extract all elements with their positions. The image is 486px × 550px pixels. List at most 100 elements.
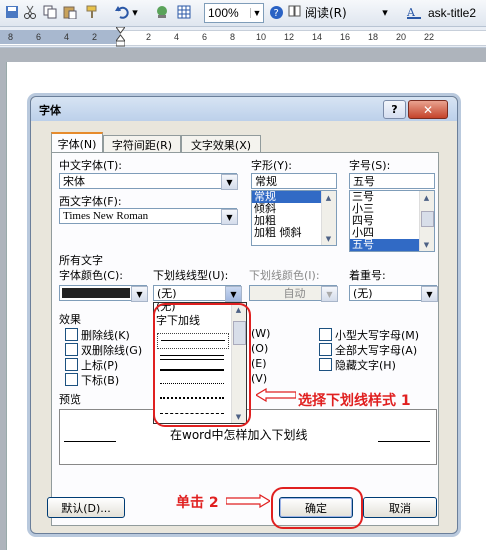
tab-font[interactable]: 字体(N) xyxy=(51,132,103,153)
underline-type-label: 下划线线型(U): xyxy=(153,269,229,282)
paste-icon[interactable] xyxy=(62,4,78,20)
table-icon[interactable] xyxy=(176,4,192,20)
right-arrow-icon xyxy=(225,493,272,509)
superscript-label: 上标(P) xyxy=(81,359,119,372)
help-circle-icon[interactable]: ? xyxy=(268,4,284,20)
outline-hint: (O) xyxy=(251,342,269,355)
small-caps-label: 小型大写字母(M) xyxy=(335,329,420,342)
help-button[interactable]: ? xyxy=(383,100,406,119)
copy-icon[interactable] xyxy=(42,4,58,20)
zoom-select[interactable]: 100% ▼ xyxy=(204,3,264,23)
ruler-margin xyxy=(0,30,120,44)
scrollbar[interactable]: ▲ ▼ xyxy=(321,191,336,245)
font-style-list[interactable]: 常规 倾斜 加粗 加粗 倾斜 ▲ ▼ xyxy=(251,190,337,246)
chevron-down-icon[interactable]: ▼ xyxy=(225,286,242,302)
dialog-titlebar[interactable]: 字体 ? ✕ xyxy=(31,97,457,121)
all-caps-checkbox[interactable] xyxy=(319,343,332,356)
font-style-input[interactable]: 常规 xyxy=(251,173,337,189)
double-strikethrough-checkbox[interactable] xyxy=(65,343,78,356)
underline-type-value: (无) xyxy=(157,287,177,300)
left-arrow-icon xyxy=(254,387,297,403)
font-size-label: 字号(S): xyxy=(349,159,391,172)
chevron-down-icon[interactable]: ▼ xyxy=(131,286,148,302)
hidden-checkbox[interactable] xyxy=(319,358,332,371)
cn-font-select[interactable]: 宋体 xyxy=(59,173,237,189)
ruler-number: 12 xyxy=(284,32,295,42)
hyperlink-icon[interactable] xyxy=(154,4,170,20)
svg-text:?: ? xyxy=(273,8,278,19)
format-painter-icon[interactable] xyxy=(84,4,100,20)
ruler-number: 8 xyxy=(230,32,236,42)
emphasis-label: 着重号: xyxy=(349,269,386,282)
scroll-up-icon[interactable]: ▲ xyxy=(322,191,335,204)
ruler-number: 22 xyxy=(424,32,435,42)
ruler-number: 6 xyxy=(36,32,42,42)
small-caps-checkbox[interactable] xyxy=(319,328,332,341)
standard-toolbar: ▾ 100% ▼ ? 阅读(R) ▾ A ask-title2 xyxy=(0,0,486,27)
default-button[interactable]: 默认(D)... xyxy=(47,497,125,518)
font-style-value: 常规 xyxy=(255,175,277,188)
emboss-hint: (E) xyxy=(251,357,267,370)
cancel-button[interactable]: 取消 xyxy=(363,497,437,518)
highlight-dropdown xyxy=(153,303,251,427)
toolbar-options-icon[interactable]: ▾ xyxy=(380,4,390,20)
ruler-number: 8 xyxy=(8,32,14,42)
effects-label: 效果 xyxy=(59,313,81,326)
west-font-value: Times New Roman xyxy=(63,210,149,222)
font-size-list[interactable]: 三号 小三 四号 小四 五号 ▲ ▼ xyxy=(349,190,435,252)
scrollbar[interactable]: ▲ ▼ xyxy=(419,191,434,251)
cn-font-label: 中文字体(T): xyxy=(59,159,123,172)
font-dialog: 字体 ? ✕ 字体(N) 字符间距(R) 文字效果(X) 中文字体(T): 宋体… xyxy=(30,96,458,534)
west-font-select[interactable]: Times New Roman xyxy=(59,208,237,224)
preview-text: 在word中怎样加入下划线 xyxy=(170,428,308,442)
strikethrough-checkbox[interactable] xyxy=(65,328,78,341)
font-color-icon[interactable]: A xyxy=(406,4,422,20)
annotation-click: 单击 2 xyxy=(176,495,219,511)
chevron-down-icon: ▼ xyxy=(250,8,263,18)
chevron-down-icon[interactable]: ▼ xyxy=(221,209,238,225)
annotation-select-style: 选择下划线样式 1 xyxy=(298,393,411,409)
scroll-thumb[interactable] xyxy=(421,211,434,227)
indent-marker-icon[interactable] xyxy=(115,26,126,47)
underline-color-label: 下划线颜色(I): xyxy=(249,269,320,282)
cn-font-value: 宋体 xyxy=(63,175,85,188)
engrave-hint: (V) xyxy=(251,372,268,385)
scroll-up-icon[interactable]: ▲ xyxy=(420,191,433,204)
font-style-label: 字形(Y): xyxy=(251,159,293,172)
scroll-down-icon[interactable]: ▼ xyxy=(322,232,335,245)
dialog-title: 字体 xyxy=(39,104,61,117)
book-icon xyxy=(288,5,302,20)
cut-icon[interactable] xyxy=(22,4,38,20)
ruler-number: 2 xyxy=(146,32,152,42)
ruler-number: 20 xyxy=(396,32,407,42)
emphasis-value: (无) xyxy=(353,287,373,300)
undo-dropdown-icon[interactable]: ▾ xyxy=(130,4,140,20)
underline-color-value: 自动 xyxy=(283,287,306,300)
hidden-label: 隐藏文字(H) xyxy=(335,359,396,372)
scroll-down-icon[interactable]: ▼ xyxy=(420,238,433,251)
preview-rule-left xyxy=(64,441,116,442)
subscript-checkbox[interactable] xyxy=(65,373,78,386)
close-icon: ✕ xyxy=(422,102,434,117)
undo-icon[interactable] xyxy=(114,4,130,20)
close-button[interactable]: ✕ xyxy=(408,100,448,119)
tab-text-effects[interactable]: 文字效果(X) xyxy=(181,135,261,153)
horizontal-ruler[interactable]: 8 6 4 2 2 4 6 8 10 12 14 16 18 20 22 xyxy=(0,26,486,48)
superscript-checkbox[interactable] xyxy=(65,358,78,371)
font-size-input[interactable]: 五号 xyxy=(349,173,435,189)
read-mode-label: 阅读(R) xyxy=(305,6,347,20)
ruler-number: 16 xyxy=(340,32,351,42)
zoom-value: 100% xyxy=(208,6,239,20)
preview-rule-right xyxy=(378,441,430,442)
save-icon[interactable] xyxy=(4,4,20,20)
chevron-down-icon[interactable]: ▼ xyxy=(421,286,438,302)
chevron-down-icon[interactable]: ▼ xyxy=(221,174,238,190)
ruler-number: 4 xyxy=(174,32,180,42)
color-swatch xyxy=(62,288,130,298)
west-font-label: 西文字体(F): xyxy=(59,195,122,208)
font-color-label: 字体颜色(C): xyxy=(59,269,123,282)
read-mode-button[interactable]: 阅读(R) xyxy=(288,3,347,22)
tab-character-spacing[interactable]: 字符间距(R) xyxy=(103,135,181,153)
ruler-number: 18 xyxy=(368,32,379,42)
all-text-label: 所有文字 xyxy=(59,254,103,267)
